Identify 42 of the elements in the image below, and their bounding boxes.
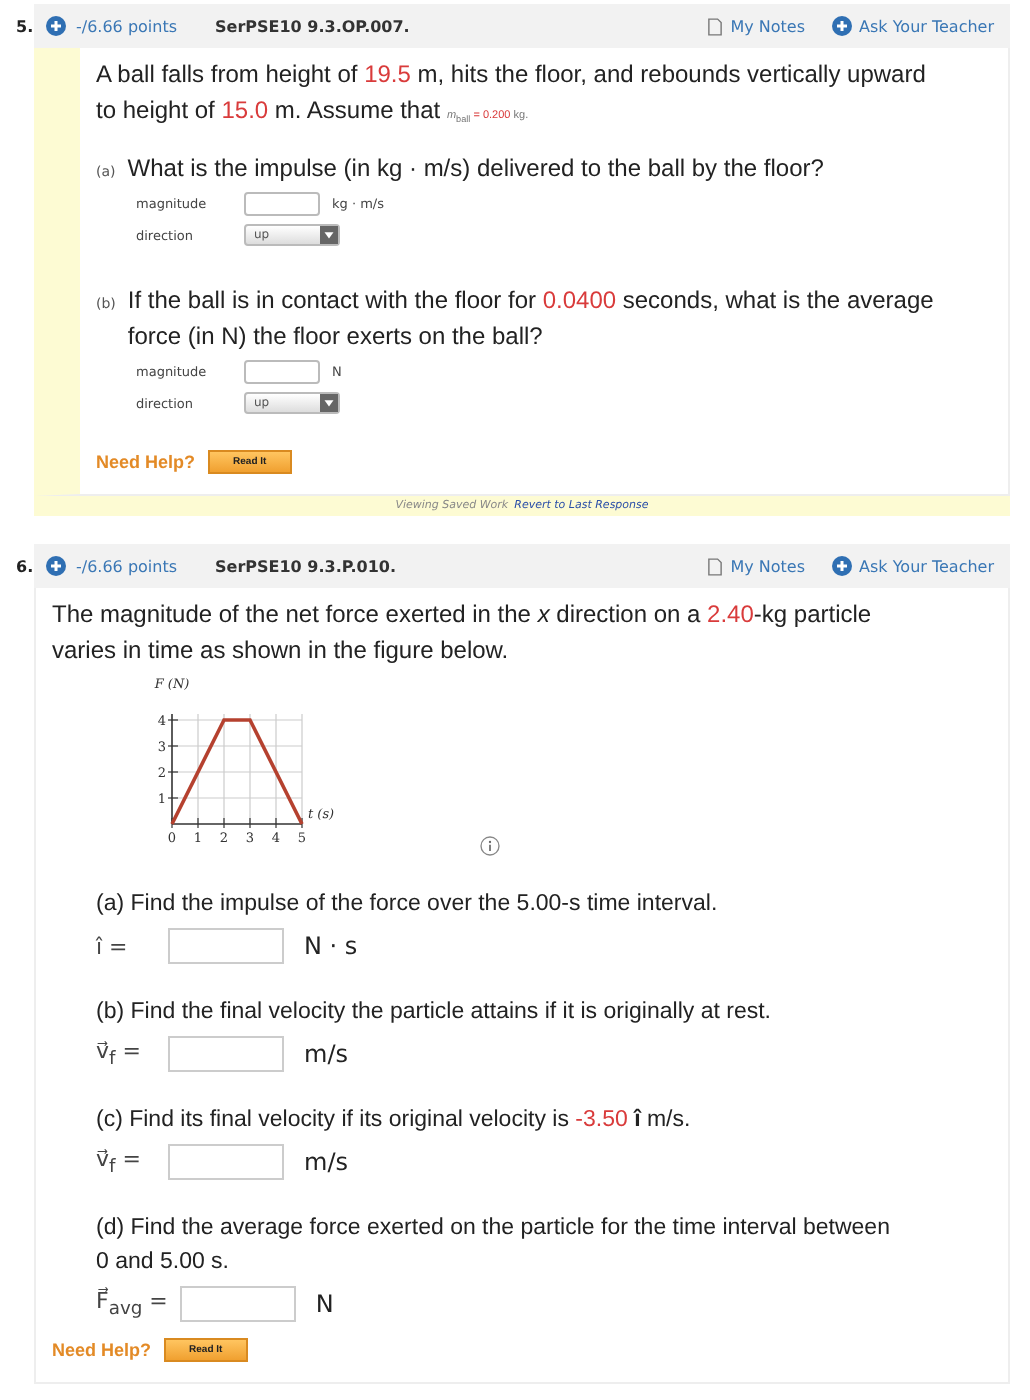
answer-field[interactable] — [179, 1286, 296, 1323]
points-label: -/6.66 points — [76, 557, 178, 576]
question-text: (b) Find the final velocity the particle attains if it is originally at rest. — [96, 998, 771, 1029]
my-notes-link[interactable]: My Notes — [708, 557, 806, 576]
plus-icon — [831, 16, 852, 36]
plus-icon[interactable] — [46, 556, 66, 577]
my-notes-link[interactable]: My Notes — [708, 17, 806, 35]
ask-teacher-link[interactable]: Ask Your Teacher — [831, 16, 994, 36]
answer-field[interactable] — [168, 1036, 284, 1073]
info-icon[interactable] — [480, 836, 500, 857]
question-text: If the ball is in contact with the floor for 0.0400 seconds, what is the average force (in N) the floor exerts on the ball? — [127, 284, 936, 355]
question-number: 6. — [14, 557, 34, 576]
problem-code: SerPSE10 9.3.P.010. — [215, 557, 397, 576]
question-text: The magnitude of the net force exerted in the x direction on a 2.40-kg particle varies in time as shown in the figure below. — [52, 598, 874, 669]
plus-icon — [831, 556, 852, 577]
equation-symbol: v⃗$_{f}$ = — [96, 1038, 143, 1071]
caret-icon — [320, 226, 338, 245]
ask-teacher-link[interactable]: Ask Your Teacher — [831, 556, 994, 577]
note-icon — [708, 557, 723, 576]
plus-icon[interactable] — [46, 16, 66, 36]
points-label: -/6.66 points — [76, 17, 178, 35]
unit-label: N — [315, 1290, 334, 1319]
equation-symbol: v⃗$_{f}$ = — [96, 1146, 143, 1179]
answer-field[interactable] — [244, 192, 320, 217]
answer-field[interactable] — [244, 360, 320, 385]
unit-label: m/s — [304, 1040, 348, 1069]
question-text: (c) Find its final velocity if its original velocity is -3.50 î m/s. — [96, 1106, 691, 1137]
unit-label: N · s — [304, 932, 358, 961]
question-number: 5. — [14, 17, 34, 35]
caret-icon — [320, 394, 338, 413]
question-text: (a) Find the impulse of the force over the 5.00-s time interval. — [96, 890, 718, 921]
answer-field[interactable] — [168, 1144, 284, 1181]
question-text: (d) Find the average force exerted on the particle for the time interval between 0 and 5.00 s. — [96, 1214, 892, 1279]
note-icon — [708, 17, 723, 35]
need-help-label: Need Help? — [52, 1340, 152, 1361]
problem-code: SerPSE10 9.3.OP.007. — [215, 17, 410, 35]
need-help-label: Need Help? — [96, 452, 196, 473]
equation-symbol: î = — [96, 933, 130, 960]
equation-symbol: F⃗$_{avg}$ = — [96, 1288, 168, 1321]
answer-field[interactable] — [168, 928, 284, 965]
unit-label: m/s — [304, 1148, 348, 1177]
question-text: What is the impulse (in kg · m/s) delivered to the ball by the floor? — [127, 152, 824, 187]
